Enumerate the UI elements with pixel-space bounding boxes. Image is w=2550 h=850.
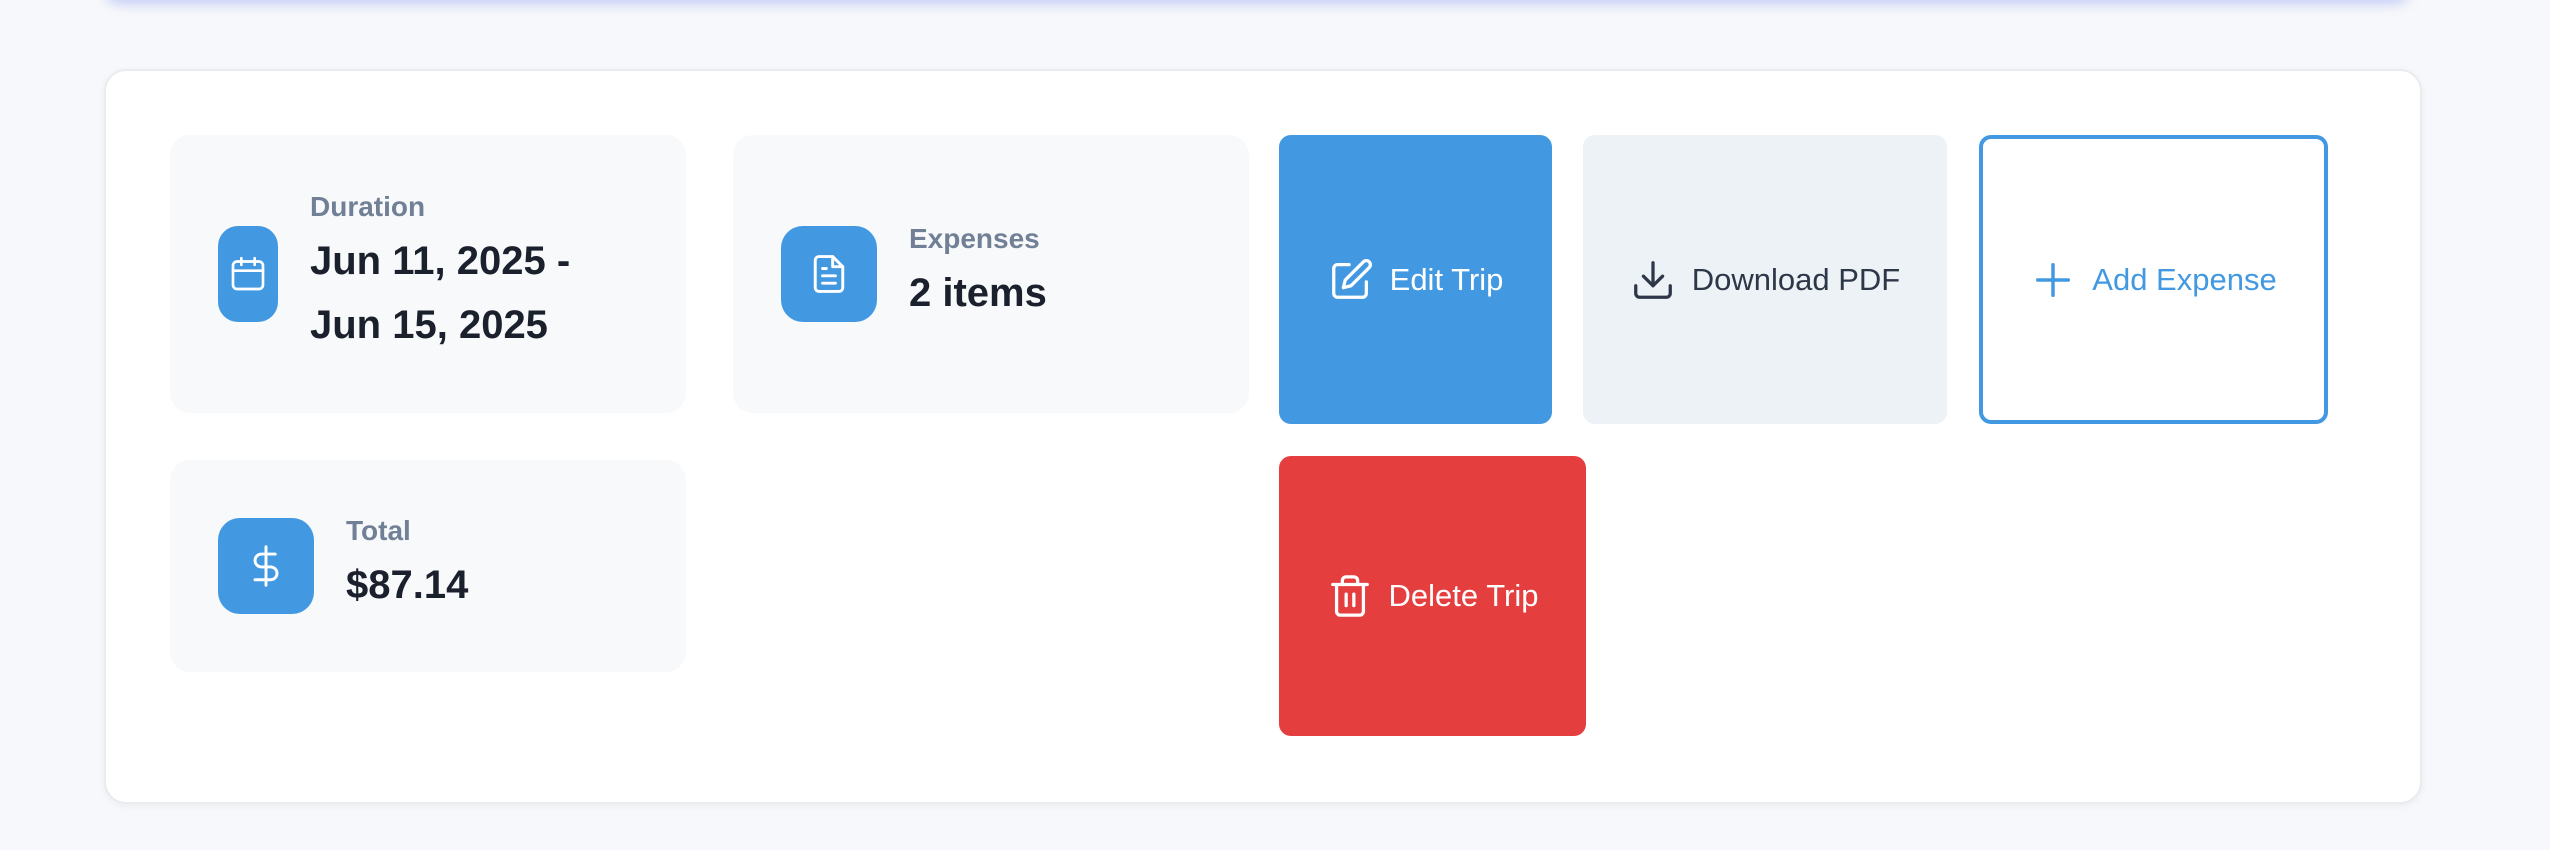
document-icon xyxy=(781,226,877,322)
expenses-card: Expenses 2 items xyxy=(733,135,1249,413)
calendar-icon xyxy=(218,226,278,322)
dollar-icon xyxy=(218,518,314,614)
duration-label: Duration xyxy=(310,191,426,222)
expenses-value: 2 items xyxy=(909,271,1047,315)
edit-trip-button[interactable]: Edit Trip xyxy=(1279,135,1552,424)
delete-trip-button[interactable]: Delete Trip xyxy=(1279,456,1586,736)
expenses-label: Expenses xyxy=(909,223,1040,254)
add-expense-label: Add Expense xyxy=(2092,261,2277,297)
duration-value: Jun 11, 2025 - Jun 15, 2025 xyxy=(310,239,571,347)
trip-summary-panel: Duration Jun 11, 2025 - Jun 15, 2025 Exp… xyxy=(104,69,2422,804)
duration-card: Duration Jun 11, 2025 - Jun 15, 2025 xyxy=(170,135,686,413)
edit-trip-label: Edit Trip xyxy=(1389,261,1504,297)
plus-icon xyxy=(2036,262,2071,297)
add-expense-button[interactable]: Add Expense xyxy=(1979,135,2328,424)
download-pdf-label: Download PDF xyxy=(1691,261,1901,297)
total-value: $87.14 xyxy=(346,563,469,607)
download-icon xyxy=(1633,260,1672,299)
total-card: Total $87.14 xyxy=(170,460,686,672)
delete-trip-label: Delete Trip xyxy=(1388,578,1539,613)
trash-icon xyxy=(1330,575,1369,617)
total-label: Total xyxy=(346,515,411,546)
download-pdf-button[interactable]: Download PDF xyxy=(1583,135,1947,424)
edit-icon xyxy=(1331,258,1372,299)
